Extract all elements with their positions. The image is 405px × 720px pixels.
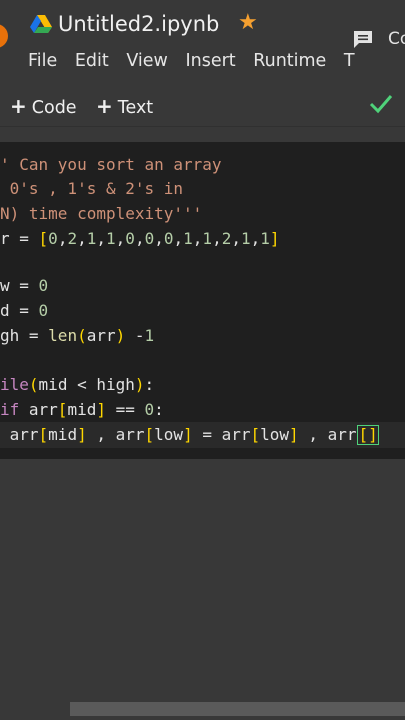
menu-insert[interactable]: Insert xyxy=(185,51,235,71)
notebook-header: Untitled2.ipynb ★ Co File Edit View Inse… xyxy=(0,0,405,82)
menu-bar: File Edit View Insert Runtime T xyxy=(28,51,367,71)
menu-view[interactable]: View xyxy=(126,51,168,71)
google-drive-icon[interactable] xyxy=(30,14,52,34)
code-line-2: 0's , 1's & 2's in xyxy=(0,179,184,198)
code-line-11: if arr[mid] == 0: xyxy=(0,400,164,419)
check-icon[interactable] xyxy=(369,92,393,114)
code-line-8: gh = len(arr) -1 xyxy=(0,326,155,345)
toolbar: + Code + Text xyxy=(0,84,405,126)
divider xyxy=(0,126,405,127)
code-cell[interactable]: ' Can you sort an array 0's , 1's & 2's … xyxy=(0,142,405,459)
horizontal-scrollbar[interactable] xyxy=(70,702,405,716)
plus-icon: + xyxy=(96,94,113,118)
add-code-label: Code xyxy=(31,98,77,118)
add-code-button[interactable]: + Code xyxy=(10,94,77,118)
menu-edit[interactable]: Edit xyxy=(75,51,109,71)
add-text-button[interactable]: + Text xyxy=(96,94,153,118)
avatar[interactable] xyxy=(0,24,8,48)
share-button[interactable]: Co xyxy=(388,29,405,49)
menu-tools[interactable]: T xyxy=(344,51,355,71)
code-line-7: d = 0 xyxy=(0,301,49,320)
notebook-empty-area xyxy=(0,459,405,720)
code-line-6: w = 0 xyxy=(0,276,49,295)
code-line-12: arr[mid] , arr[low] = arr[low] , arr[] xyxy=(0,425,379,445)
active-line[interactable]: arr[mid] , arr[low] = arr[low] , arr[] xyxy=(0,422,405,448)
code-line-10: ile(mid < high): xyxy=(0,375,155,394)
comment-icon[interactable] xyxy=(352,29,374,49)
add-text-label: Text xyxy=(117,98,154,118)
code-line-4: r = [0,2,1,1,0,0,0,1,1,2,1,1] xyxy=(0,229,280,248)
menu-runtime[interactable]: Runtime xyxy=(253,51,326,71)
plus-icon: + xyxy=(10,94,27,118)
code-line-3: N) time complexity''' xyxy=(0,204,203,223)
star-icon[interactable]: ★ xyxy=(238,12,258,34)
code-line-1: ' Can you sort an array xyxy=(0,155,222,174)
menu-file[interactable]: File xyxy=(28,51,57,71)
notebook-title[interactable]: Untitled2.ipynb xyxy=(58,12,219,36)
